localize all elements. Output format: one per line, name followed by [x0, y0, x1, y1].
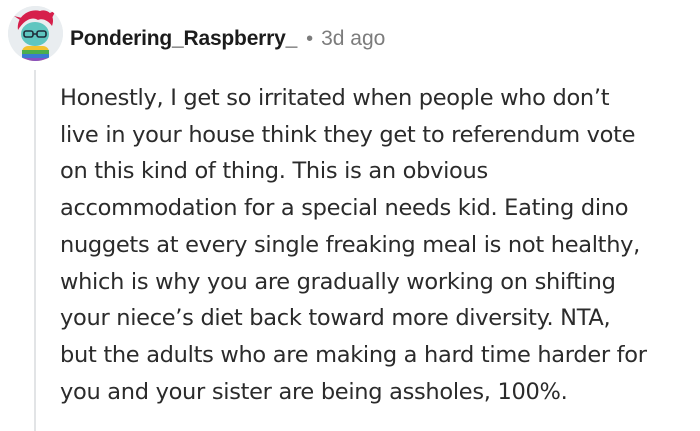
snoo-avatar-icon: [8, 6, 63, 61]
meta-separator: •: [306, 27, 314, 50]
thread-collapse-line[interactable]: [34, 70, 36, 431]
comment-body-line: but the adults who are making a hard tim…: [60, 341, 647, 368]
comment-body-line: Honestly, I get so irritated when people…: [60, 85, 610, 111]
comment-body-line: on this kind of thing. This is an obviou…: [60, 158, 488, 185]
comment-body-line: which is why you are gradually working o…: [60, 268, 616, 295]
username-link[interactable]: Pondering_Raspberry_: [70, 27, 297, 51]
comment-body-line: live in your house think they get to ref…: [60, 121, 636, 148]
comment-body: Honestly, I get so irritated when people…: [60, 80, 690, 410]
comment: Pondering_Raspberry_ • 3d ago Honestly, …: [0, 0, 700, 431]
comment-header: Pondering_Raspberry_ • 3d ago: [70, 24, 385, 54]
user-avatar-icon[interactable]: [8, 6, 63, 61]
comment-body-line: accommodation for a special needs kid. E…: [60, 195, 629, 222]
comment-body-line: nuggets at every single freaking meal is…: [60, 231, 641, 258]
comment-body-line: your niece’s diet back toward more diver…: [60, 305, 611, 332]
timestamp[interactable]: 3d ago: [321, 27, 385, 51]
comment-body-line: you and your sister are being assholes, …: [60, 378, 568, 405]
